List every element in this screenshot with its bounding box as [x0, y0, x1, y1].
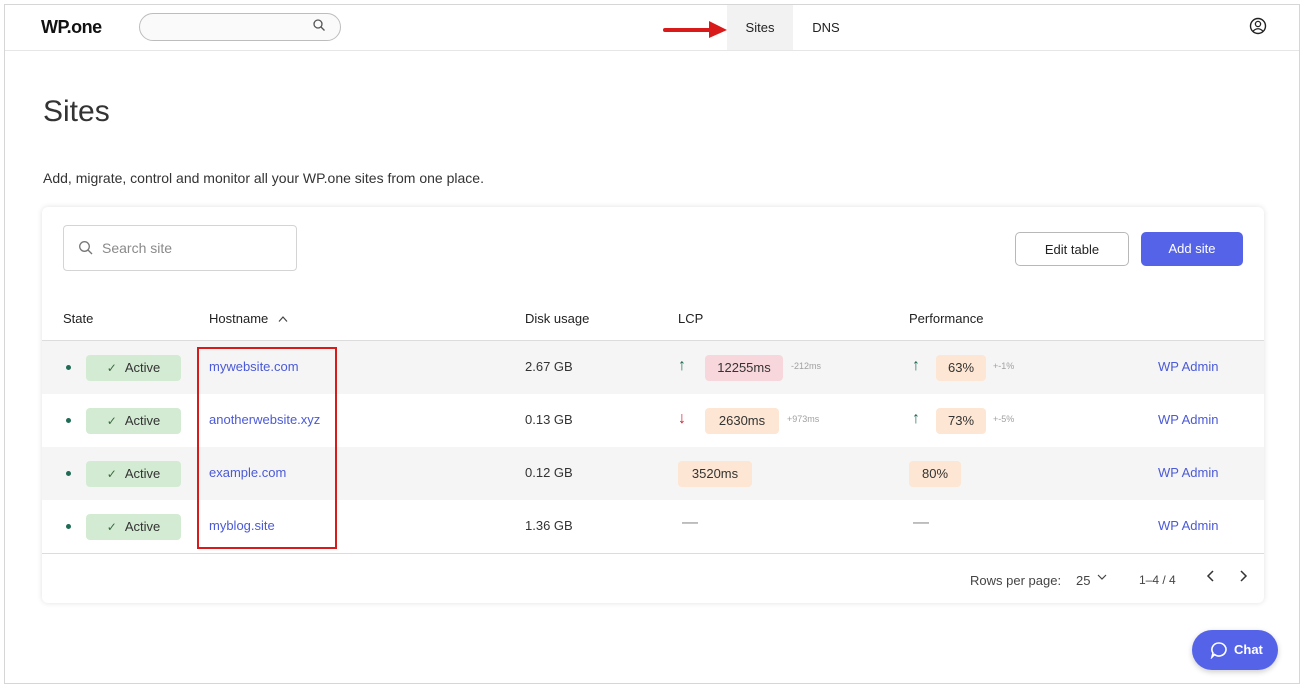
global-search-input[interactable] [139, 13, 341, 41]
performance-value-badge: 80% [909, 461, 961, 487]
arrow-up-icon: ↑ [912, 357, 920, 374]
check-icon: ✓ [106, 520, 117, 534]
chat-bubble-icon [1210, 641, 1228, 662]
page-range: 1–4 / 4 [1139, 573, 1176, 587]
status-badge: ✓ Active [86, 408, 181, 434]
lcp-empty-value: — [682, 514, 698, 531]
sort-ascending-icon[interactable] [278, 311, 288, 326]
status-badge: ✓ Active [86, 355, 181, 381]
status-badge-label: Active [124, 466, 161, 481]
status-dot [66, 418, 71, 423]
performance-delta: +-1% [993, 361, 1015, 371]
add-site-button[interactable]: Add site [1141, 232, 1243, 266]
status-dot [66, 471, 71, 476]
footer-divider [42, 553, 1264, 554]
disk-usage-value: 0.12 GB [525, 465, 573, 480]
check-icon: ✓ [106, 467, 117, 481]
status-badge: ✓ Active [86, 461, 181, 487]
column-header-hostname[interactable]: Hostname [209, 311, 288, 326]
wpone-logo[interactable]: WP.one [41, 17, 102, 38]
chat-button-label: Chat [1234, 642, 1263, 657]
status-dot [66, 524, 71, 529]
column-header-disk-usage[interactable]: Disk usage [525, 311, 589, 326]
status-badge-label: Active [124, 360, 161, 375]
disk-usage-value: 0.13 GB [525, 412, 573, 427]
check-icon: ✓ [106, 414, 117, 428]
wp-admin-link[interactable]: WP Admin [1158, 412, 1218, 427]
chevron-left-icon[interactable] [1206, 569, 1216, 588]
check-icon: ✓ [106, 361, 117, 375]
page-subtitle: Add, migrate, control and monitor all yo… [43, 170, 484, 186]
annotation-arrow-icon [663, 19, 729, 44]
column-header-state[interactable]: State [63, 311, 93, 326]
search-icon [78, 240, 94, 261]
nav-tab-dns[interactable]: DNS [801, 5, 851, 50]
column-header-performance[interactable]: Performance [909, 311, 983, 326]
sites-table-card: Search site Edit table Add site State Ho… [42, 207, 1264, 603]
disk-usage-value: 2.67 GB [525, 359, 573, 374]
arrow-down-icon: ↓ [678, 410, 686, 427]
wp-admin-link[interactable]: WP Admin [1158, 518, 1218, 533]
column-header-hostname-label: Hostname [209, 311, 269, 326]
lcp-value-badge: 12255ms [705, 355, 783, 381]
top-navigation-bar: WP.one Sites DNS [5, 5, 1299, 51]
arrow-up-icon: ↑ [678, 357, 686, 374]
account-icon[interactable] [1249, 17, 1267, 40]
arrow-up-icon: ↑ [912, 410, 920, 427]
rows-per-page-select[interactable]: 25 [1076, 573, 1090, 588]
performance-empty-value: — [913, 514, 929, 531]
disk-usage-value: 1.36 GB [525, 518, 573, 533]
edit-table-button[interactable]: Edit table [1015, 232, 1129, 266]
nav-tab-sites[interactable]: Sites [727, 5, 793, 50]
chevron-down-icon[interactable] [1097, 572, 1107, 584]
performance-delta: +-5% [993, 414, 1015, 424]
performance-value-badge: 73% [936, 408, 986, 434]
page-title: Sites [43, 95, 110, 128]
status-badge: ✓ Active [86, 514, 181, 540]
wp-admin-link[interactable]: WP Admin [1158, 359, 1218, 374]
search-site-input[interactable]: Search site [63, 225, 297, 271]
performance-value-badge: 63% [936, 355, 986, 381]
rows-per-page-label: Rows per page: [970, 573, 1062, 588]
chevron-right-icon[interactable] [1238, 569, 1248, 588]
search-icon [312, 18, 326, 37]
lcp-value-badge: 3520ms [678, 461, 752, 487]
lcp-delta: -212ms [791, 361, 822, 371]
annotation-highlight-box [197, 347, 337, 549]
search-placeholder: Search site [102, 240, 173, 256]
wp-admin-link[interactable]: WP Admin [1158, 465, 1218, 480]
status-dot [66, 365, 71, 370]
status-badge-label: Active [124, 519, 161, 534]
lcp-delta: +973ms [787, 414, 820, 424]
app-window: WP.one Sites DNS Sites Add, migrate, con… [4, 4, 1300, 684]
status-badge-label: Active [124, 413, 161, 428]
lcp-value-badge: 2630ms [705, 408, 779, 434]
column-header-lcp[interactable]: LCP [678, 311, 703, 326]
chat-button[interactable]: Chat [1192, 630, 1278, 670]
